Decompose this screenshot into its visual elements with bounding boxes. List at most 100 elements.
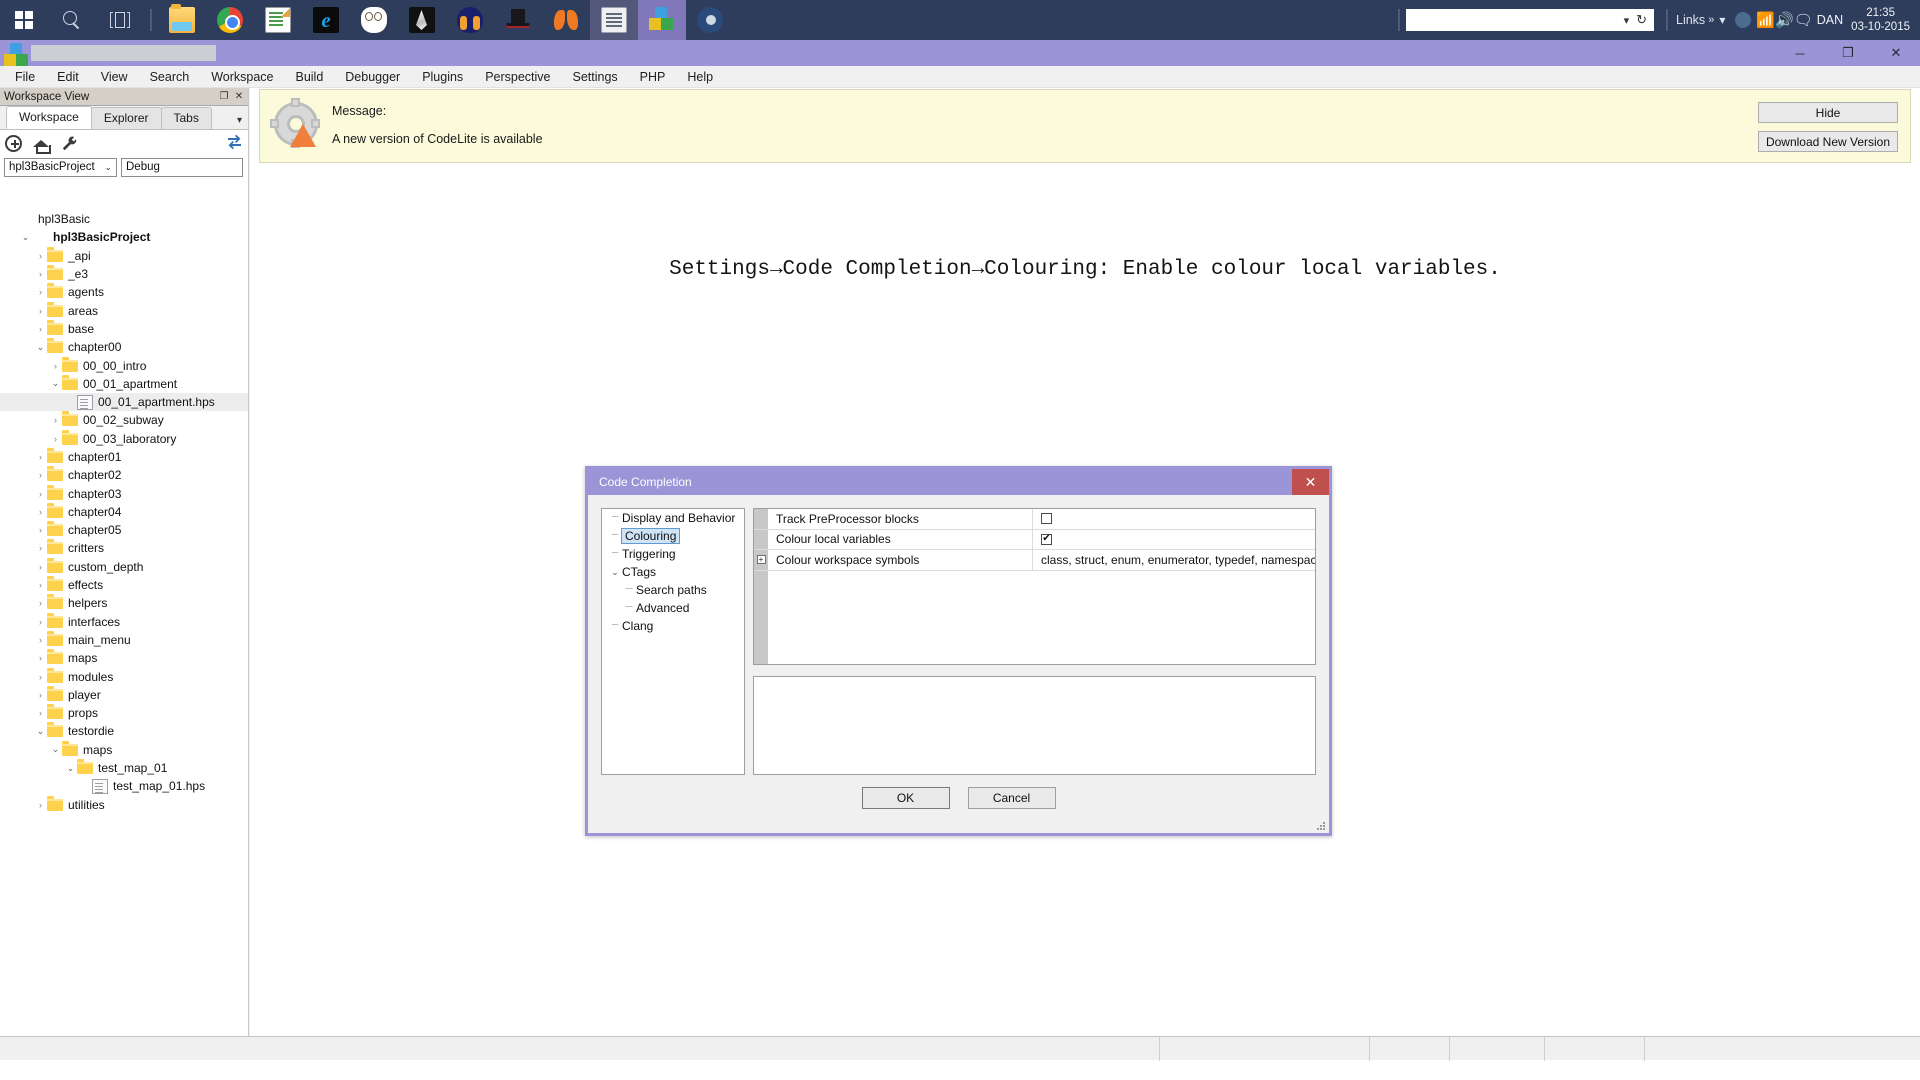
menu-item-help[interactable]: Help — [676, 68, 724, 86]
tree-row[interactable]: › helpers — [0, 594, 248, 612]
tab-tabs[interactable]: Tabs — [160, 107, 212, 129]
steam-tray-icon[interactable] — [1735, 12, 1752, 28]
plus-icon[interactable]: + — [756, 555, 766, 565]
tree-row[interactable]: › effects — [0, 576, 248, 594]
property-value[interactable]: ✔ — [1033, 530, 1315, 550]
dialog-tree-row[interactable]: ─ Advanced — [602, 599, 744, 617]
tree-row[interactable]: › 00_03_laboratory — [0, 429, 248, 448]
chevron-down-icon[interactable]: ⌄ — [608, 567, 622, 578]
taskbar-app-butterfly[interactable] — [542, 0, 590, 40]
chevron-right-icon[interactable]: › — [34, 543, 47, 553]
menu-item-build[interactable]: Build — [284, 68, 334, 86]
chevron-right-icon[interactable]: › — [49, 415, 62, 425]
chevron-right-icon[interactable]: › — [34, 251, 47, 261]
close-button[interactable]: ✕ — [1872, 40, 1920, 66]
property-value[interactable] — [1033, 509, 1315, 529]
chevron-right-icon[interactable]: › — [34, 470, 47, 480]
dialog-tree-row[interactable]: ─ Display and Behavior — [602, 509, 744, 527]
taskbar-search-button[interactable] — [48, 0, 96, 40]
chevron-down-icon[interactable]: ⌄ — [49, 744, 62, 755]
chevron-right-icon[interactable]: › — [34, 562, 47, 572]
taskbar-clock[interactable]: 21:35 03-10-2015 — [1851, 6, 1910, 34]
tree-row[interactable]: › chapter01 — [0, 448, 248, 466]
link-editor-icon[interactable] — [226, 134, 243, 151]
menu-item-workspace[interactable]: Workspace — [200, 68, 284, 86]
taskbar-app-inkscape[interactable] — [398, 0, 446, 40]
tab-workspace[interactable]: Workspace — [6, 106, 92, 129]
tree-row[interactable]: ⌄ test_map_01 — [0, 759, 248, 777]
menu-item-settings[interactable]: Settings — [562, 68, 629, 86]
tree-row[interactable]: › chapter03 — [0, 484, 248, 502]
chevron-right-icon[interactable]: › — [34, 653, 47, 663]
ok-button[interactable]: OK — [861, 787, 950, 809]
chevron-down-icon[interactable]: ⌄ — [49, 378, 62, 389]
tree-row[interactable]: › chapter04 — [0, 502, 248, 521]
panel-restore-icon[interactable]: ❐ — [218, 91, 230, 102]
chevron-down-icon[interactable]: ⌄ — [34, 342, 47, 353]
chevron-right-icon[interactable]: › — [34, 452, 47, 462]
tree-row[interactable]: › props — [0, 704, 248, 722]
property-row[interactable]: Colour local variables ✔ — [754, 529, 1315, 550]
wifi-icon[interactable]: 📶 — [1756, 11, 1775, 29]
taskbar-app-tophat[interactable] — [494, 0, 542, 40]
chevron-right-icon[interactable]: › — [34, 269, 47, 279]
tree-row[interactable]: ⌄ chapter00 — [0, 338, 248, 356]
cancel-button[interactable]: Cancel — [967, 787, 1056, 809]
dialog-tree-row[interactable]: ⌄ CTags — [602, 563, 744, 581]
menu-item-plugins[interactable]: Plugins — [411, 68, 474, 86]
tree-row[interactable]: › modules — [0, 667, 248, 685]
taskbar-app-text-document[interactable] — [590, 0, 638, 40]
menu-item-edit[interactable]: Edit — [46, 68, 90, 86]
chevron-down-icon[interactable]: ▾ — [237, 115, 242, 126]
tree-row[interactable]: ⌄ maps — [0, 740, 248, 759]
taskbar-app-steam[interactable] — [686, 0, 734, 40]
property-value[interactable]: class, struct, enum, enumerator, typedef… — [1033, 550, 1315, 570]
dialog-tree-row[interactable]: ─ Triggering — [602, 545, 744, 563]
checkbox-checked-icon[interactable]: ✔ — [1041, 533, 1052, 545]
tree-row[interactable]: 00_01_apartment.hps — [0, 392, 248, 412]
tree-row[interactable]: › custom_depth — [0, 557, 248, 576]
chevron-right-icon[interactable]: › — [34, 489, 47, 499]
dialog-tree-row[interactable]: ─ Clang — [602, 617, 744, 635]
tree-row[interactable]: › base — [0, 319, 248, 338]
wrench-icon[interactable] — [61, 135, 78, 152]
links-toolbar-label[interactable]: Links — [1676, 13, 1705, 27]
chevron-right-icon[interactable]: › — [34, 306, 47, 316]
chevron-down-icon[interactable]: ▾ — [1620, 14, 1634, 27]
action-center-icon[interactable]: 🗨 — [1794, 11, 1813, 29]
chevron-right-icon[interactable]: › — [34, 580, 47, 590]
tree-row[interactable]: › interfaces — [0, 612, 248, 631]
dialog-resize-grip[interactable] — [1316, 821, 1326, 831]
dialog-tree-row[interactable]: ─ Search paths — [602, 581, 744, 599]
tree-row[interactable]: › maps — [0, 649, 248, 667]
expand-icon[interactable]: + — [754, 550, 768, 570]
maximize-button[interactable]: ❐ — [1824, 40, 1872, 66]
tree-row[interactable]: › critters — [0, 539, 248, 557]
taskbar-app-audacity[interactable] — [446, 0, 494, 40]
tree-row[interactable]: › chapter02 — [0, 466, 248, 484]
taskbar-address-bar[interactable]: ▾ ↻ — [1406, 9, 1654, 31]
project-select[interactable]: hpl3BasicProject ⌄ — [4, 157, 117, 177]
chevron-right-icon[interactable]: › — [49, 361, 62, 371]
hide-button[interactable]: Hide — [1758, 102, 1898, 123]
tree-row[interactable]: › player — [0, 685, 248, 704]
taskbar-app-codelite[interactable] — [638, 0, 686, 40]
chevron-down-icon[interactable]: ⌄ — [34, 726, 47, 737]
chevron-right-icon[interactable]: › — [34, 672, 47, 682]
address-input[interactable] — [1410, 11, 1620, 29]
volume-icon[interactable]: 🔊 — [1775, 11, 1794, 29]
dialog-close-button[interactable]: ✕ — [1292, 469, 1329, 495]
menu-item-search[interactable]: Search — [139, 68, 201, 86]
chevron-right-icon[interactable]: › — [34, 287, 47, 297]
chevron-right-icon[interactable]: › — [34, 507, 47, 517]
project-tree[interactable]: hpl3Basic ⌄ hpl3BasicProject › _api › _e3 › agen… — [0, 208, 248, 1026]
add-icon[interactable] — [5, 134, 22, 152]
property-row[interactable]: Track PreProcessor blocks — [754, 509, 1315, 530]
tab-explorer[interactable]: Explorer — [90, 107, 162, 129]
task-view-button[interactable] — [96, 0, 144, 40]
tree-row[interactable]: › 00_02_subway — [0, 411, 248, 429]
chevron-right-icon[interactable]: › — [34, 617, 47, 627]
property-grid[interactable]: Track PreProcessor blocks Colour local va… — [753, 508, 1316, 665]
menu-item-perspective[interactable]: Perspective — [474, 68, 561, 86]
property-row[interactable]: + Colour workspace symbols class, struct, … — [754, 550, 1315, 571]
